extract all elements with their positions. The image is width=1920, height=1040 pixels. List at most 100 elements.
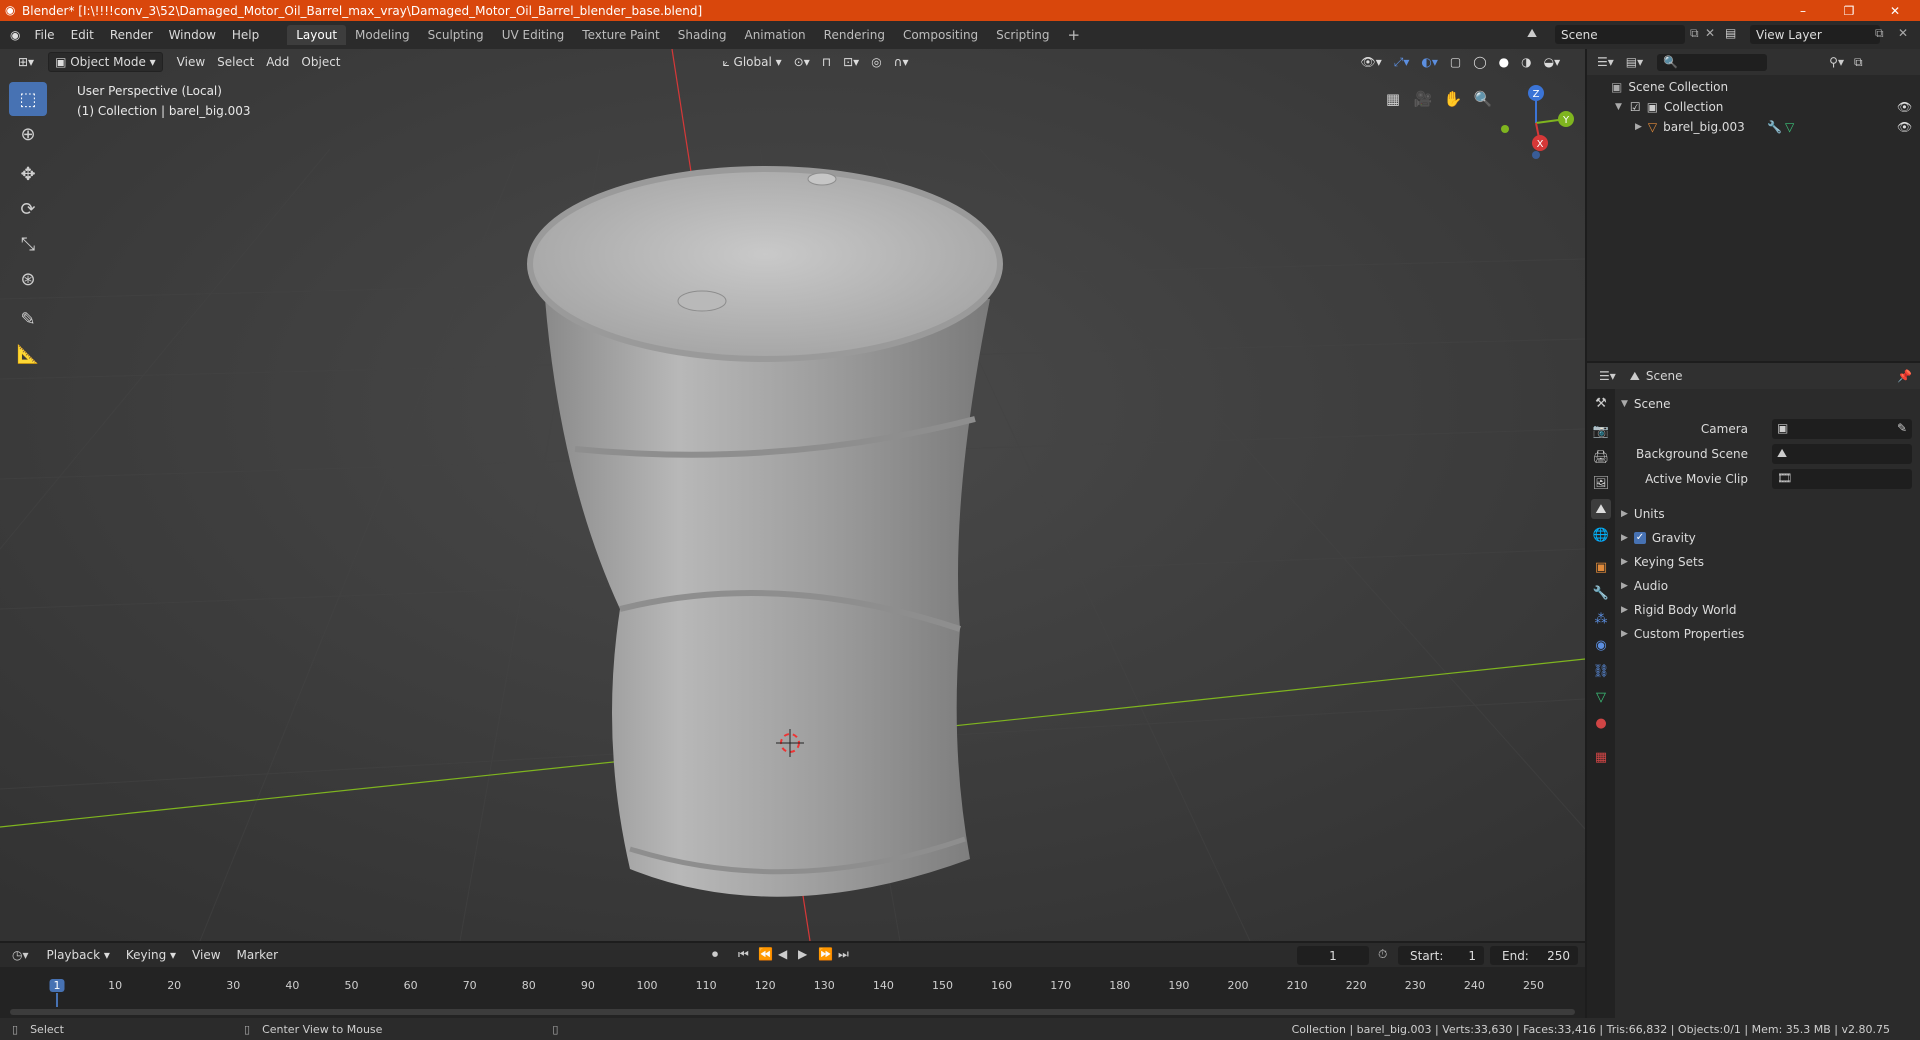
view-layer-icon[interactable]: ▤ — [1725, 26, 1736, 40]
tab-scripting[interactable]: Scripting — [987, 25, 1058, 45]
transform-tool-icon[interactable]: ⊛ — [9, 262, 47, 296]
outliner-editor-type-icon[interactable]: ☰▾ — [1597, 55, 1614, 69]
display-mode-icon[interactable]: ▤▾ — [1626, 55, 1643, 69]
filter-icon[interactable]: ⚲▾ — [1829, 55, 1844, 69]
outliner-row-object[interactable]: ▶ ▽ barel_big.003 🔧 ▽ 👁 — [1587, 117, 1920, 137]
pin-icon[interactable]: 📌 — [1897, 369, 1912, 383]
collection-expand-icon[interactable]: ▼ — [1615, 102, 1622, 112]
cursor-tool-icon[interactable]: ⊕ — [9, 117, 47, 151]
menu-help[interactable]: Help — [224, 28, 267, 42]
falloff-icon[interactable]: ∩▾ — [888, 53, 915, 71]
new-collection-icon[interactable]: ⧉ — [1854, 55, 1863, 70]
scene-tab-icon[interactable]: ⛰ — [1591, 499, 1611, 519]
gravity-panel-header[interactable]: ▶ ✓ Gravity — [1621, 527, 1696, 549]
render-tab-icon[interactable]: 📷 — [1591, 421, 1611, 441]
object-expand-icon[interactable]: ▶ — [1635, 122, 1642, 132]
minimize-button[interactable]: – — [1780, 0, 1826, 21]
viewport-menu-object[interactable]: Object — [295, 53, 346, 71]
material-tab-icon[interactable]: ● — [1591, 713, 1611, 733]
pan-view-icon[interactable]: ✋ — [1440, 86, 1466, 112]
camera-view-icon[interactable]: 🎥 — [1410, 86, 1436, 112]
tab-animation[interactable]: Animation — [735, 25, 814, 45]
properties-editor-type-icon[interactable]: ☰▾ — [1599, 369, 1616, 383]
viewport-menu-select[interactable]: Select — [211, 53, 260, 71]
viewport-menu-add[interactable]: Add — [260, 53, 295, 71]
xray-icon[interactable]: ▢ — [1444, 53, 1467, 71]
add-workspace-icon[interactable]: + — [1059, 23, 1090, 47]
output-tab-icon[interactable]: 🖨 — [1591, 447, 1611, 467]
snap-icon[interactable]: ⊓ — [816, 53, 837, 71]
timeline-ruler[interactable]: 1 10 20 30 40 50 60 70 80 90 100 110 120 130 140 150 160… — [0, 943, 1585, 1018]
background-scene-field[interactable]: ⛰ — [1772, 444, 1912, 464]
scale-tool-icon[interactable]: ⤡ — [9, 227, 47, 261]
particles-tab-icon[interactable]: ⁂ — [1591, 609, 1611, 629]
editor-type-icon[interactable]: ⊞▾ — [12, 53, 40, 71]
tab-compositing[interactable]: Compositing — [894, 25, 987, 45]
material-shading-icon[interactable]: ◑ — [1515, 53, 1537, 71]
outliner-row-scene-collection[interactable]: ▣ Scene Collection — [1587, 77, 1920, 97]
modifiers-tab-icon[interactable]: 🔧 — [1591, 583, 1611, 603]
view-layer-field[interactable]: View Layer — [1750, 25, 1880, 44]
mode-select[interactable]: ▣ Object Mode ▾ — [48, 52, 163, 72]
proportional-edit-icon[interactable]: ◎ — [865, 53, 887, 71]
wireframe-shading-icon[interactable]: ◯ — [1467, 53, 1492, 71]
close-button[interactable]: ✕ — [1872, 0, 1918, 21]
tab-layout[interactable]: Layout — [287, 25, 347, 45]
scene-icon[interactable]: ⛰ — [1527, 26, 1537, 41]
menu-edit[interactable]: Edit — [63, 28, 102, 42]
zoom-view-icon[interactable]: 🔍 — [1470, 86, 1496, 112]
texture-tab-icon[interactable]: ▦ — [1591, 747, 1611, 767]
scene-panel-header[interactable]: ▼ Scene — [1621, 393, 1671, 415]
new-view-layer-icon[interactable]: ⧉ — [1875, 26, 1884, 41]
collection-visibility-icon[interactable]: 👁 — [1897, 100, 1912, 114]
object-visibility-icon[interactable]: 👁 — [1897, 120, 1912, 134]
outliner-row-collection[interactable]: ▼ ☑ ▣ Collection 👁 — [1587, 97, 1920, 117]
menu-render[interactable]: Render — [102, 28, 161, 42]
snap-element-icon[interactable]: ⊡▾ — [837, 53, 865, 71]
modifier-icon[interactable]: 🔧 — [1767, 120, 1782, 134]
overlay-toggle-icon[interactable]: ◐▾ — [1415, 53, 1444, 71]
gizmo-toggle-icon[interactable]: ⤢▾ — [1388, 53, 1416, 72]
view-layer-tab-icon[interactable]: 🖼 — [1591, 473, 1611, 493]
3d-viewport[interactable]: ⊞▾ ▣ Object Mode ▾ View Select Add Objec… — [0, 49, 1585, 941]
menu-file[interactable]: File — [26, 28, 62, 42]
physics-tab-icon[interactable]: ◉ — [1591, 635, 1611, 655]
transform-orientation-select[interactable]: ⟀ Global ▾ — [717, 53, 788, 72]
constraints-tab-icon[interactable]: ⛓ — [1591, 661, 1611, 681]
new-scene-icon[interactable]: ⧉ — [1690, 26, 1699, 41]
delete-view-layer-icon[interactable]: ✕ — [1898, 26, 1908, 40]
rotate-tool-icon[interactable]: ⟳ — [9, 192, 47, 226]
active-movie-clip-field[interactable]: 🎞 — [1772, 469, 1912, 489]
timeline-scrollbar[interactable] — [10, 1009, 1575, 1015]
delete-scene-icon[interactable]: ✕ — [1705, 26, 1715, 40]
maximize-button[interactable]: ❐ — [1826, 0, 1872, 21]
select-box-tool-icon[interactable]: ⬚ — [9, 82, 47, 116]
annotate-tool-icon[interactable]: ✎ — [9, 302, 47, 336]
collection-checkbox[interactable]: ☑ — [1630, 100, 1641, 114]
tab-shading[interactable]: Shading — [669, 25, 736, 45]
units-panel-header[interactable]: ▶ Units — [1621, 503, 1665, 525]
solid-shading-icon[interactable]: ● — [1493, 53, 1515, 71]
eyedropper-icon[interactable]: ✎ — [1897, 421, 1907, 435]
navigation-gizmo[interactable]: Z Y X — [1500, 79, 1580, 159]
gravity-checkbox[interactable]: ✓ — [1633, 532, 1646, 544]
outliner-search-input[interactable]: 🔍 — [1657, 53, 1768, 71]
tab-modeling[interactable]: Modeling — [346, 25, 419, 45]
tab-uv-editing[interactable]: UV Editing — [493, 25, 574, 45]
tab-texture-paint[interactable]: Texture Paint — [573, 25, 668, 45]
audio-panel-header[interactable]: ▶ Audio — [1621, 575, 1668, 597]
rigid-body-world-panel-header[interactable]: ▶ Rigid Body World — [1621, 599, 1736, 621]
custom-properties-panel-header[interactable]: ▶ Custom Properties — [1621, 623, 1744, 645]
camera-field[interactable]: ▣ ✎ — [1772, 419, 1912, 439]
keying-sets-panel-header[interactable]: ▶ Keying Sets — [1621, 551, 1704, 573]
visibility-icon[interactable]: 👁▾ — [1354, 53, 1387, 71]
pivot-point-icon[interactable]: ⊙▾ — [788, 53, 816, 71]
data-tab-icon[interactable]: ▽ — [1591, 687, 1611, 707]
tab-rendering[interactable]: Rendering — [815, 25, 894, 45]
tab-sculpting[interactable]: Sculpting — [419, 25, 493, 45]
rendered-shading-icon[interactable]: ◒▾ — [1538, 53, 1567, 71]
measure-tool-icon[interactable]: 📐 — [9, 337, 47, 371]
move-tool-icon[interactable]: ✥ — [9, 157, 47, 191]
world-tab-icon[interactable]: 🌐 — [1591, 525, 1611, 545]
toggle-camera-view-icon[interactable]: ▦ — [1380, 86, 1406, 112]
